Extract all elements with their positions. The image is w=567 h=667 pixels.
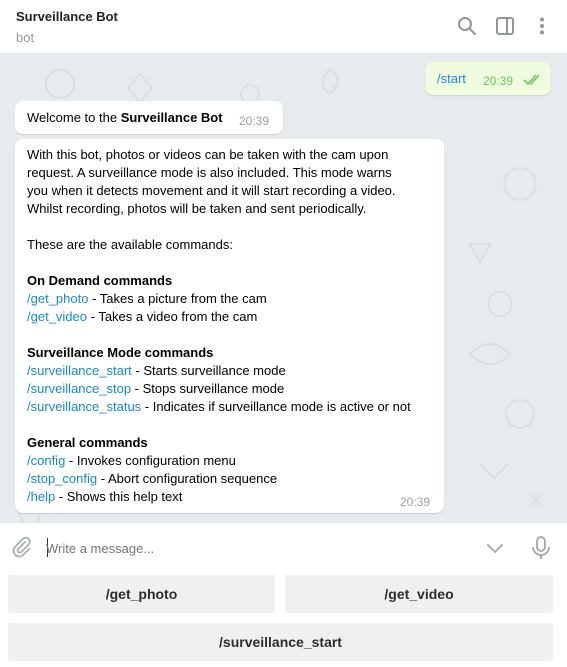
command-row: /surveillance_stop - Stops surveillance … (27, 380, 411, 398)
more-vertical-icon[interactable] (531, 15, 553, 37)
command-description: - Abort configuration sequence (97, 471, 278, 486)
chat-header: Surveillance Bot bot (0, 0, 567, 54)
command-description: - Stops surveillance mode (131, 381, 285, 396)
help-body: With this bot, photos or videos can be t… (27, 146, 411, 506)
keyboard-button-get-photo[interactable]: /get_photo (8, 575, 275, 613)
search-icon[interactable] (456, 15, 478, 37)
message-time: 20:39 (483, 74, 514, 88)
section-heading: On Demand commands (27, 273, 173, 288)
command-link-get-photo[interactable]: /get_photo (27, 291, 88, 306)
command-link-help[interactable]: /help (27, 489, 55, 504)
command-description: - Starts surveillance mode (131, 363, 286, 378)
paperclip-icon[interactable] (9, 535, 33, 559)
keyboard-button-surveillance-start[interactable]: /surveillance_start (8, 623, 553, 661)
chat-history[interactable]: /start 20:39 Welcome to the Surveillance… (0, 54, 567, 522)
sidebar-toggle-icon[interactable] (494, 15, 516, 37)
command-link-surveillance-stop[interactable]: /surveillance_stop (27, 381, 131, 396)
command-link-surveillance-status[interactable]: /surveillance_status (27, 399, 141, 414)
command-description: - Takes a video from the cam (87, 309, 258, 324)
command-row: /surveillance_status - Indicates if surv… (27, 398, 411, 416)
message-text[interactable]: /start (437, 70, 466, 88)
message-input[interactable] (46, 537, 466, 559)
help-intro-line: Whilst recording, photos will be taken a… (27, 201, 367, 216)
command-link-surveillance-start[interactable]: /surveillance_start (27, 363, 132, 378)
command-description: - Takes a picture from the cam (88, 291, 267, 306)
keyboard-button-get-video[interactable]: /get_video (285, 575, 553, 613)
command-link-config[interactable]: /config (27, 453, 65, 468)
outgoing-message: /start 20:39 (425, 62, 551, 95)
double-check-icon (523, 74, 540, 86)
bot-keyboard: /get_photo /get_video /surveillance_star… (0, 572, 567, 667)
command-row: /config - Invokes configuration menu (27, 452, 411, 470)
message-time: 20:39 (239, 114, 270, 128)
command-row: /surveillance_start - Starts surveillanc… (27, 362, 411, 380)
command-row: /help - Shows this help text (27, 488, 411, 506)
help-intro-line: request. A surveillance mode is also inc… (27, 165, 392, 180)
command-description: - Invokes configuration menu (65, 453, 236, 468)
section-heading: General commands (27, 435, 148, 450)
command-description: - Indicates if surveillance mode is acti… (141, 399, 411, 414)
chevron-down-icon[interactable] (484, 537, 506, 559)
microphone-icon[interactable] (530, 535, 552, 561)
welcome-bot-name: Surveillance Bot (120, 110, 223, 125)
chat-subtitle: bot (16, 30, 35, 45)
message-composer (0, 522, 567, 572)
command-description: - Shows this help text (55, 489, 183, 504)
command-row: /get_video - Takes a video from the cam (27, 308, 411, 326)
welcome-prefix: Welcome to the (27, 110, 121, 125)
message-text: Welcome to the Surveillance Bot (27, 109, 223, 127)
incoming-message-help: With this bot, photos or videos can be t… (15, 139, 444, 513)
command-link-get-video[interactable]: /get_video (27, 309, 87, 324)
command-row: /get_photo - Takes a picture from the ca… (27, 290, 411, 308)
section-heading: Surveillance Mode commands (27, 345, 214, 360)
help-intro-line: With this bot, photos or videos can be t… (27, 147, 389, 162)
help-intro-line: you when it detects movement and it will… (27, 183, 396, 198)
incoming-message-welcome: Welcome to the Surveillance Bot 20:39 (15, 101, 283, 134)
available-commands-text: These are the available commands: (27, 237, 233, 252)
message-time: 20:39 (400, 495, 431, 509)
command-link-stop-config[interactable]: /stop_config (27, 471, 97, 486)
command-row: /stop_config - Abort configuration seque… (27, 470, 411, 488)
chat-title[interactable]: Surveillance Bot (16, 9, 118, 24)
